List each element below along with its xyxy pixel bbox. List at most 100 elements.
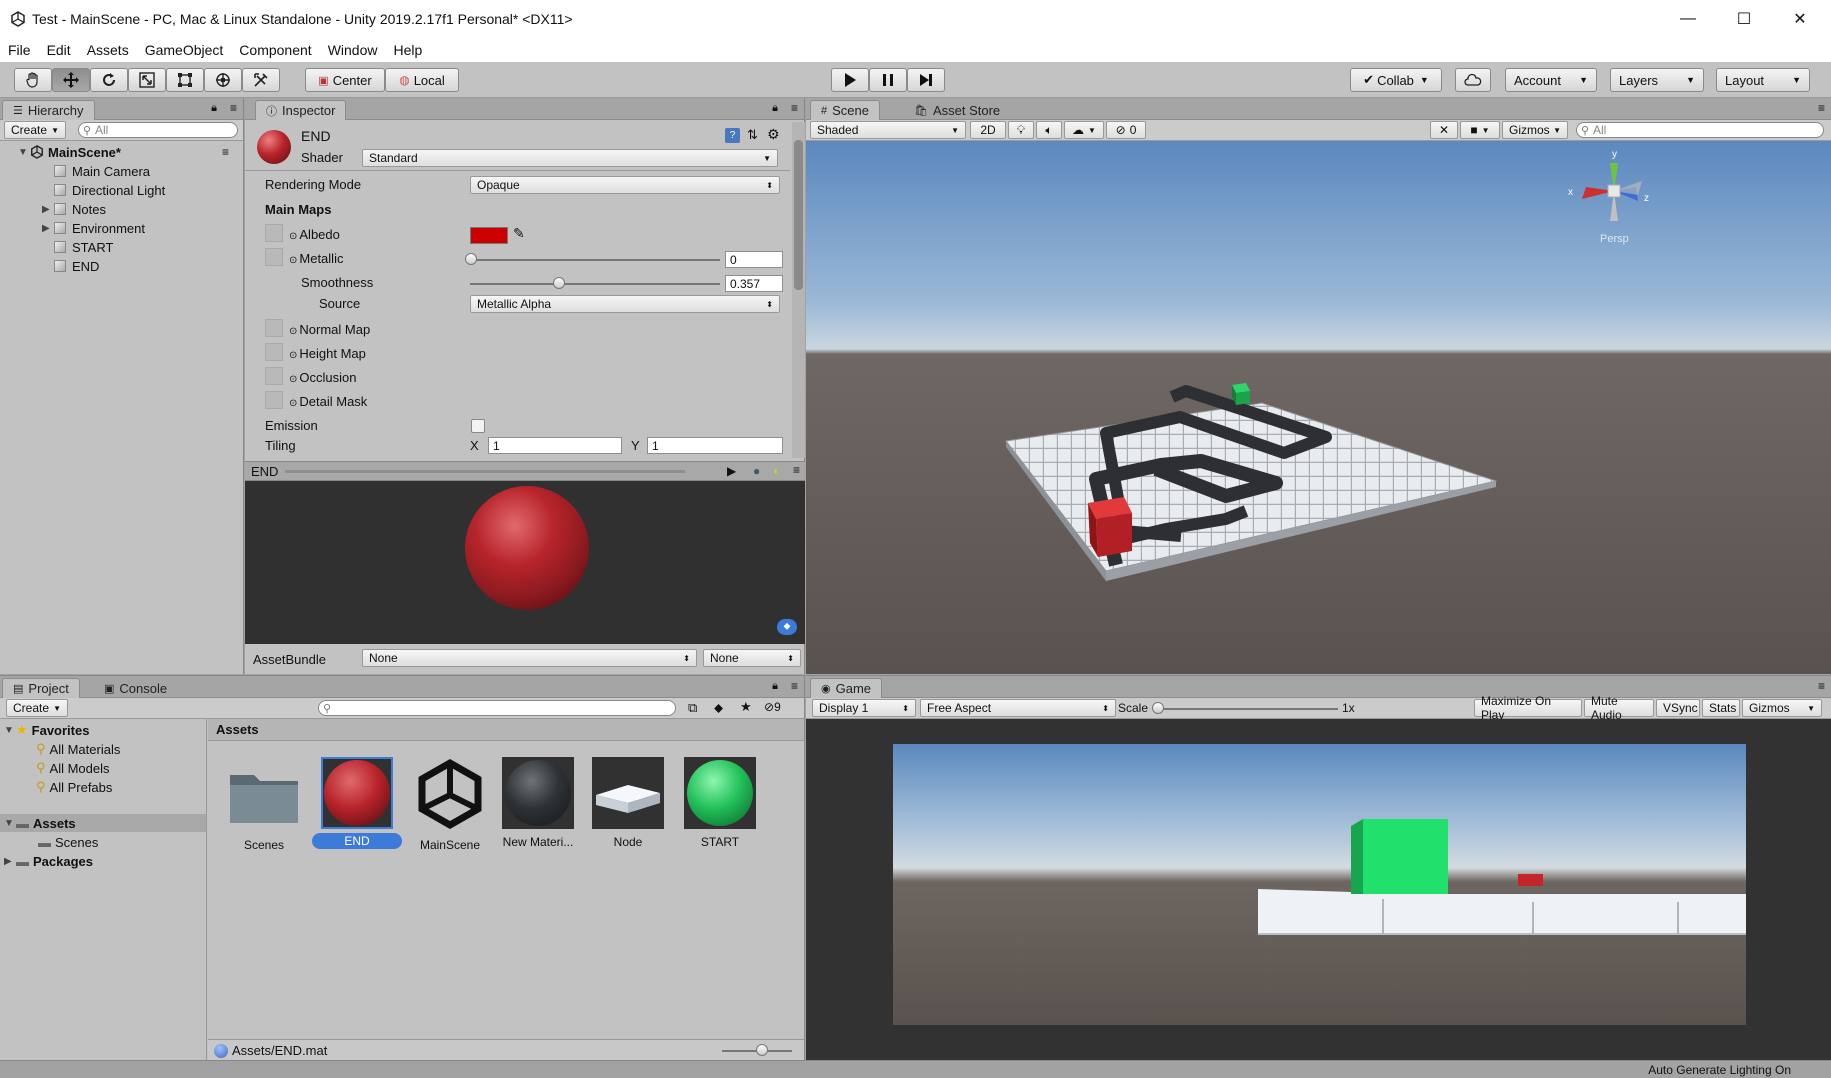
occlusion-slot[interactable] xyxy=(265,367,283,385)
scene-tools-toggle[interactable]: ✕ xyxy=(1430,121,1458,139)
normal-map-slot[interactable] xyxy=(265,319,283,337)
scrollbar-thumb[interactable] xyxy=(794,140,803,290)
target-icon[interactable]: ⊙ xyxy=(289,231,297,242)
panel-menu-icon[interactable]: ≡ xyxy=(230,101,237,115)
rotate-tool-button[interactable] xyxy=(90,68,128,92)
menu-gameobject[interactable]: GameObject xyxy=(137,42,232,58)
preview-resize-bar[interactable] xyxy=(285,470,685,473)
close-button[interactable]: ✕ xyxy=(1772,0,1828,38)
expand-triangle-icon[interactable]: ▼ xyxy=(4,818,16,829)
scene-root-row[interactable]: ▼ MainScene* xyxy=(18,143,121,161)
filter-label-icon[interactable]: ⬥ xyxy=(714,700,723,716)
move-tool-button[interactable] xyxy=(52,68,90,92)
panel-menu-icon[interactable]: ≡ xyxy=(1818,679,1825,693)
game-viewport[interactable] xyxy=(806,719,1831,1061)
height-map-slot[interactable] xyxy=(265,343,283,361)
panel-menu-icon[interactable]: ≡ xyxy=(791,101,798,115)
mute-audio-toggle[interactable]: Mute Audio xyxy=(1584,694,1654,722)
hierarchy-item-end[interactable]: END xyxy=(42,257,99,275)
light-icon[interactable]: ◐ xyxy=(773,464,780,478)
tab-scene[interactable]: # Scene xyxy=(810,100,880,120)
lock-icon[interactable]: 🔒︎ xyxy=(772,102,778,115)
expand-triangle-icon[interactable]: ▶ xyxy=(42,204,54,215)
asset-new-material[interactable]: New Materi... xyxy=(498,757,578,853)
sphere-mesh-icon[interactable]: ● xyxy=(753,464,760,478)
favorite-all-materials[interactable]: ⚲ All Materials xyxy=(36,740,120,758)
lock-icon[interactable]: 🔒︎ xyxy=(211,102,217,115)
projection-label[interactable]: Persp xyxy=(1600,233,1629,245)
tab-asset-store[interactable]: 🛍︎ Asset Store xyxy=(904,100,1010,120)
pivot-local-button[interactable]: ◍ Local xyxy=(385,68,459,92)
hidden-objects-toggle[interactable]: ⊘ 0 xyxy=(1106,121,1146,139)
transform-tool-button[interactable] xyxy=(204,68,242,92)
shader-dropdown[interactable]: Standard ▼ xyxy=(362,149,778,167)
pause-button[interactable] xyxy=(869,68,907,92)
favorite-all-prefabs[interactable]: ⚲ All Prefabs xyxy=(36,778,112,796)
layers-dropdown[interactable]: Layers ▼ xyxy=(1610,68,1704,92)
eyedropper-icon[interactable]: ✎ xyxy=(513,225,525,242)
tab-console[interactable]: ▣ Console xyxy=(94,678,177,698)
scale-tool-button[interactable] xyxy=(128,68,166,92)
target-icon[interactable]: ⊙ xyxy=(289,398,297,409)
expand-triangle-icon[interactable]: ▼ xyxy=(18,147,30,158)
menu-edit[interactable]: Edit xyxy=(39,42,79,58)
scale-slider[interactable] xyxy=(1158,708,1338,710)
smoothness-slider-track[interactable] xyxy=(470,283,720,285)
target-icon[interactable]: ⊙ xyxy=(289,326,297,337)
metallic-slider-knob[interactable] xyxy=(465,253,477,265)
material-preview-area[interactable]: ⬥ xyxy=(245,481,805,644)
maximize-on-play-toggle[interactable]: Maximize On Play xyxy=(1474,694,1582,722)
shading-mode-dropdown[interactable]: Shaded ▼ xyxy=(810,121,966,139)
metallic-value-field[interactable]: 0 xyxy=(725,251,783,268)
star-icon[interactable]: ★ xyxy=(740,699,752,715)
asset-scenes[interactable]: Scenes xyxy=(228,757,300,853)
assetbundle-dropdown[interactable]: None ⬍ xyxy=(362,649,697,667)
hierarchy-item-main-camera[interactable]: Main Camera xyxy=(42,162,150,180)
inspector-scrollbar[interactable] xyxy=(792,122,805,458)
albedo-color-swatch[interactable] xyxy=(470,227,508,244)
source-dropdown[interactable]: Metallic Alpha ⬍ xyxy=(470,295,780,313)
icon-size-slider-knob[interactable] xyxy=(756,1044,768,1056)
lock-icon[interactable]: 🔒︎ xyxy=(772,680,778,693)
tab-hierarchy[interactable]: ☰ Hierarchy xyxy=(2,100,95,120)
hierarchy-search-input[interactable]: All xyxy=(78,122,238,138)
assetbundle-variant-dropdown[interactable]: None ⬍ xyxy=(703,649,801,667)
rendering-mode-dropdown[interactable]: Opaque ⬍ xyxy=(470,176,780,194)
hierarchy-create-dropdown[interactable]: Create ▼ xyxy=(4,121,66,139)
target-icon[interactable]: ⊙ xyxy=(289,350,297,361)
favorite-all-models[interactable]: ⚲ All Models xyxy=(36,759,110,777)
tab-inspector[interactable]: ⓘ Inspector xyxy=(255,100,347,120)
metallic-texture-slot[interactable] xyxy=(265,248,283,266)
play-icon[interactable]: ▶ xyxy=(727,464,736,478)
stats-toggle[interactable]: Stats xyxy=(1702,699,1740,717)
hierarchy-item-notes[interactable]: ▶ Notes xyxy=(42,200,106,218)
scene-gizmos-dropdown[interactable]: Gizmos ▼ xyxy=(1502,121,1568,139)
target-icon[interactable]: ⊙ xyxy=(289,374,297,385)
orientation-gizmo[interactable]: y x z Persp xyxy=(1566,149,1656,247)
expand-triangle-icon[interactable]: ▼ xyxy=(4,725,16,736)
game-gizmos-dropdown[interactable]: Gizmos ▼ xyxy=(1742,699,1822,717)
maximize-button[interactable]: ☐ xyxy=(1716,0,1772,38)
albedo-texture-slot[interactable] xyxy=(265,224,283,242)
hidden-packages-toggle[interactable]: ⊘9 xyxy=(764,700,781,714)
layout-dropdown[interactable]: Layout ▼ xyxy=(1716,68,1810,92)
play-button[interactable] xyxy=(831,68,869,92)
scene-viewport[interactable]: y x z Persp xyxy=(806,141,1831,674)
metallic-slider-track[interactable] xyxy=(470,259,720,261)
rect-tool-button[interactable] xyxy=(166,68,204,92)
hand-tool-button[interactable] xyxy=(14,68,52,92)
asset-end-material[interactable]: END xyxy=(312,757,402,853)
audio-toggle[interactable]: 🔈︎ xyxy=(1036,121,1062,139)
scene-search-input[interactable]: All xyxy=(1576,122,1824,138)
asset-node[interactable]: Node xyxy=(590,757,666,853)
aspect-dropdown[interactable]: Free Aspect ⬍ xyxy=(920,699,1116,717)
menu-file[interactable]: File xyxy=(0,42,39,58)
smoothness-slider-knob[interactable] xyxy=(553,277,566,289)
emission-checkbox[interactable] xyxy=(471,419,485,433)
vsync-toggle[interactable]: VSync xyxy=(1656,699,1700,717)
panel-menu-icon[interactable]: ≡ xyxy=(793,463,800,477)
label-tag-icon[interactable]: ⬥ xyxy=(777,619,797,635)
minimize-button[interactable]: — xyxy=(1660,0,1716,38)
project-search-input[interactable] xyxy=(318,700,676,716)
filter-type-icon[interactable]: ⧉ xyxy=(688,700,697,716)
